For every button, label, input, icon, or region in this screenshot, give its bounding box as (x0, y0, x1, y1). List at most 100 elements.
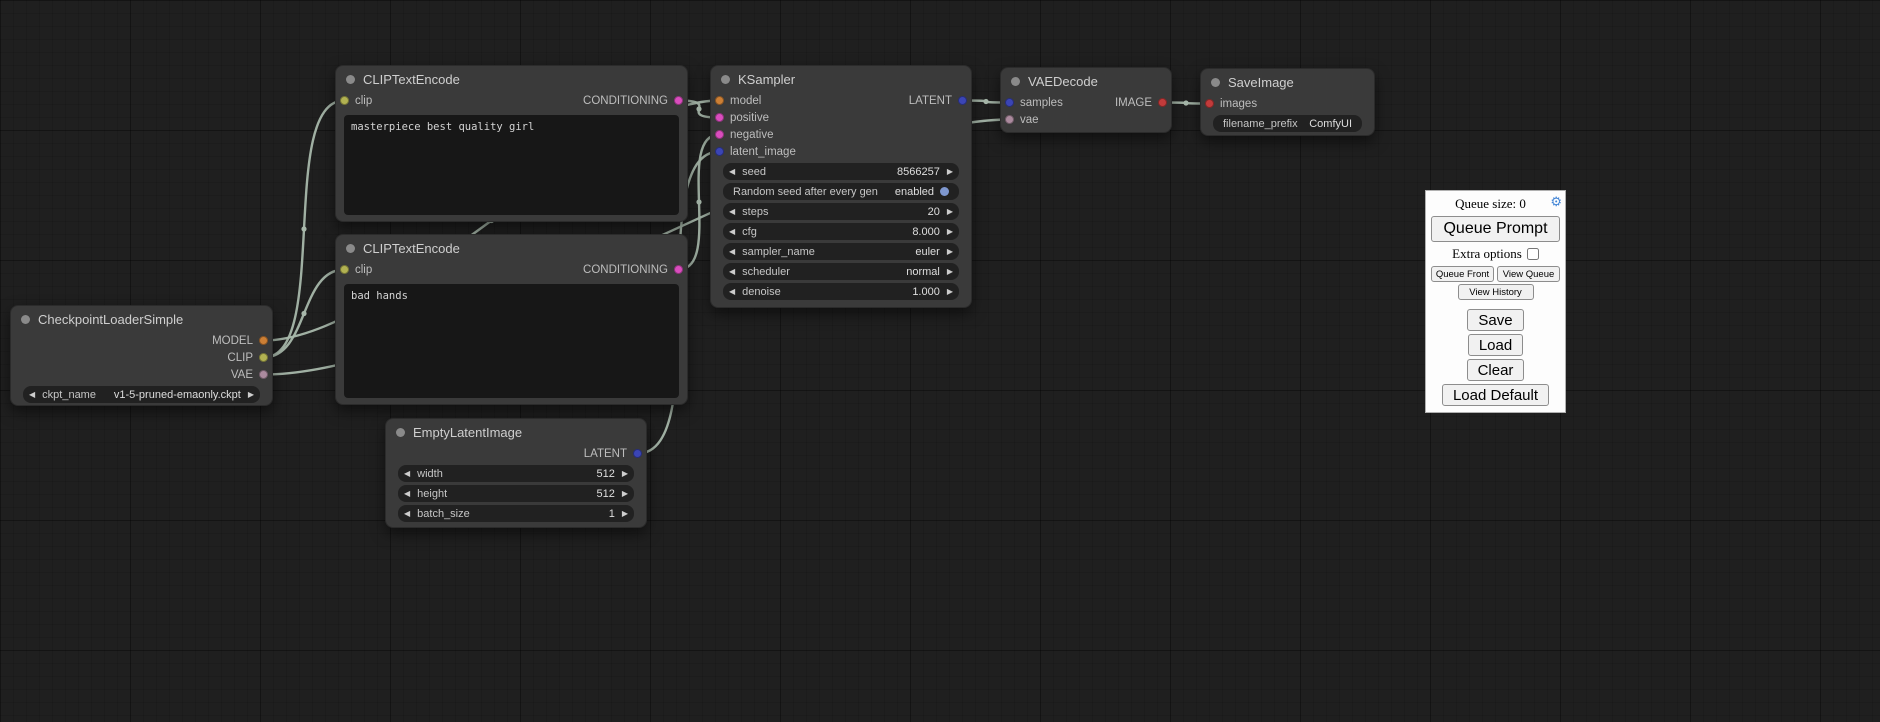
arrow-left-icon[interactable]: ◀ (729, 288, 735, 296)
output-port-vae[interactable]: VAE (212, 366, 272, 383)
arrow-right-icon[interactable]: ▶ (622, 490, 628, 498)
port-dot-conditioning[interactable] (674, 265, 683, 274)
output-port-conditioning[interactable]: CONDITIONING (583, 92, 687, 109)
port-dot-vae[interactable] (1005, 115, 1014, 124)
port-dot-clip[interactable] (259, 353, 268, 362)
clear-button[interactable]: Clear (1467, 359, 1525, 381)
node-collapse-dot-icon[interactable] (1011, 77, 1020, 86)
arrow-right-icon[interactable]: ▶ (622, 510, 628, 518)
widget-width[interactable]: ◀ width 512 ▶ (398, 465, 634, 482)
input-port-vae[interactable]: vae (1001, 111, 1063, 128)
arrow-right-icon[interactable]: ▶ (622, 470, 628, 478)
arrow-right-icon[interactable]: ▶ (947, 208, 953, 216)
input-port-negative[interactable]: negative (711, 126, 796, 143)
output-port-clip[interactable]: CLIP (212, 349, 272, 366)
port-dot-positive[interactable] (715, 113, 724, 122)
widget-ckpt-name[interactable]: ◀ ckpt_name v1-5-pruned-emaonly.ckpt ▶ (23, 386, 260, 403)
port-dot-latent-image[interactable] (715, 147, 724, 156)
port-dot-latent[interactable] (958, 96, 967, 105)
output-port-conditioning[interactable]: CONDITIONING (583, 261, 687, 278)
widget-height[interactable]: ◀ height 512 ▶ (398, 485, 634, 502)
node-header[interactable]: CheckpointLoaderSimple (11, 306, 272, 332)
arrow-right-icon[interactable]: ▶ (947, 168, 953, 176)
arrow-left-icon[interactable]: ◀ (729, 168, 735, 176)
arrow-left-icon[interactable]: ◀ (729, 208, 735, 216)
node-header[interactable]: CLIPTextEncode (336, 66, 687, 92)
node-collapse-dot-icon[interactable] (21, 315, 30, 324)
extra-options-checkbox[interactable] (1527, 248, 1539, 260)
view-queue-button[interactable]: View Queue (1497, 266, 1560, 282)
arrow-right-icon[interactable]: ▶ (248, 391, 254, 399)
node-save-image[interactable]: SaveImage images filename_prefix ComfyUI (1200, 68, 1375, 136)
node-header[interactable]: KSampler (711, 66, 971, 92)
port-dot-images[interactable] (1205, 99, 1214, 108)
input-port-clip[interactable]: clip (336, 261, 372, 278)
input-port-latent-image[interactable]: latent_image (711, 143, 796, 160)
arrow-right-icon[interactable]: ▶ (947, 248, 953, 256)
node-header[interactable]: EmptyLatentImage (386, 419, 646, 445)
input-port-model[interactable]: model (711, 92, 796, 109)
node-checkpoint-loader-simple[interactable]: CheckpointLoaderSimple MODEL CLIP VAE (10, 305, 273, 406)
widget-random-seed-toggle[interactable]: Random seed after every gen enabled (723, 183, 959, 200)
toggle-on-indicator[interactable] (940, 187, 949, 196)
port-dot-model[interactable] (715, 96, 724, 105)
port-dot-samples[interactable] (1005, 98, 1014, 107)
prompt-text-area[interactable]: bad hands (344, 284, 679, 398)
port-dot-clip[interactable] (340, 265, 349, 274)
widget-batch-size[interactable]: ◀ batch_size 1 ▶ (398, 505, 634, 522)
port-dot-model[interactable] (259, 336, 268, 345)
widget-steps[interactable]: ◀ steps 20 ▶ (723, 203, 959, 220)
node-collapse-dot-icon[interactable] (396, 428, 405, 437)
output-port-model[interactable]: MODEL (212, 332, 272, 349)
port-dot-negative[interactable] (715, 130, 724, 139)
widget-scheduler[interactable]: ◀ scheduler normal ▶ (723, 263, 959, 280)
arrow-right-icon[interactable]: ▶ (947, 288, 953, 296)
queue-prompt-button[interactable]: Queue Prompt (1431, 216, 1560, 242)
arrow-left-icon[interactable]: ◀ (729, 268, 735, 276)
node-graph-canvas[interactable]: CheckpointLoaderSimple MODEL CLIP VAE (0, 0, 1880, 722)
node-collapse-dot-icon[interactable] (721, 75, 730, 84)
widget-seed[interactable]: ◀ seed 8566257 ▶ (723, 163, 959, 180)
save-button[interactable]: Save (1467, 309, 1523, 331)
arrow-left-icon[interactable]: ◀ (404, 490, 410, 498)
load-button[interactable]: Load (1468, 334, 1523, 356)
widget-sampler-name[interactable]: ◀ sampler_name euler ▶ (723, 243, 959, 260)
output-port-image[interactable]: IMAGE (1115, 94, 1171, 111)
port-dot-clip[interactable] (340, 96, 349, 105)
input-port-positive[interactable]: positive (711, 109, 796, 126)
node-collapse-dot-icon[interactable] (346, 244, 355, 253)
queue-front-button[interactable]: Queue Front (1431, 266, 1494, 282)
arrow-left-icon[interactable]: ◀ (729, 248, 735, 256)
input-port-images[interactable]: images (1201, 95, 1257, 112)
output-port-latent[interactable]: LATENT (584, 445, 646, 462)
settings-gear-icon[interactable]: ⚙ (1550, 194, 1562, 210)
arrow-right-icon[interactable]: ▶ (947, 268, 953, 276)
node-collapse-dot-icon[interactable] (1211, 78, 1220, 87)
widget-denoise[interactable]: ◀ denoise 1.000 ▶ (723, 283, 959, 300)
input-port-clip[interactable]: clip (336, 92, 372, 109)
node-header[interactable]: VAEDecode (1001, 68, 1171, 94)
node-collapse-dot-icon[interactable] (346, 75, 355, 84)
output-port-latent[interactable]: LATENT (909, 92, 971, 109)
arrow-left-icon[interactable]: ◀ (29, 391, 35, 399)
node-clip-text-encode-negative[interactable]: CLIPTextEncode clip CONDITIONING bad han… (335, 234, 688, 405)
arrow-right-icon[interactable]: ▶ (947, 228, 953, 236)
node-clip-text-encode-positive[interactable]: CLIPTextEncode clip CONDITIONING masterp… (335, 65, 688, 222)
port-dot-latent[interactable] (633, 449, 642, 458)
port-dot-vae[interactable] (259, 370, 268, 379)
node-vae-decode[interactable]: VAEDecode samples vae IMAGE (1000, 67, 1172, 133)
arrow-left-icon[interactable]: ◀ (729, 228, 735, 236)
view-history-button[interactable]: View History (1458, 284, 1534, 300)
prompt-text-area[interactable]: masterpiece best quality girl (344, 115, 679, 215)
node-empty-latent-image[interactable]: EmptyLatentImage LATENT ◀ width 512 ▶ ◀ … (385, 418, 647, 528)
arrow-left-icon[interactable]: ◀ (404, 470, 410, 478)
input-port-samples[interactable]: samples (1001, 94, 1063, 111)
node-ksampler[interactable]: KSampler model positive negative lat (710, 65, 972, 308)
port-dot-image[interactable] (1158, 98, 1167, 107)
load-default-button[interactable]: Load Default (1442, 384, 1549, 406)
arrow-left-icon[interactable]: ◀ (404, 510, 410, 518)
widget-filename-prefix[interactable]: filename_prefix ComfyUI (1213, 115, 1362, 132)
port-dot-conditioning[interactable] (674, 96, 683, 105)
node-header[interactable]: CLIPTextEncode (336, 235, 687, 261)
node-header[interactable]: SaveImage (1201, 69, 1374, 95)
